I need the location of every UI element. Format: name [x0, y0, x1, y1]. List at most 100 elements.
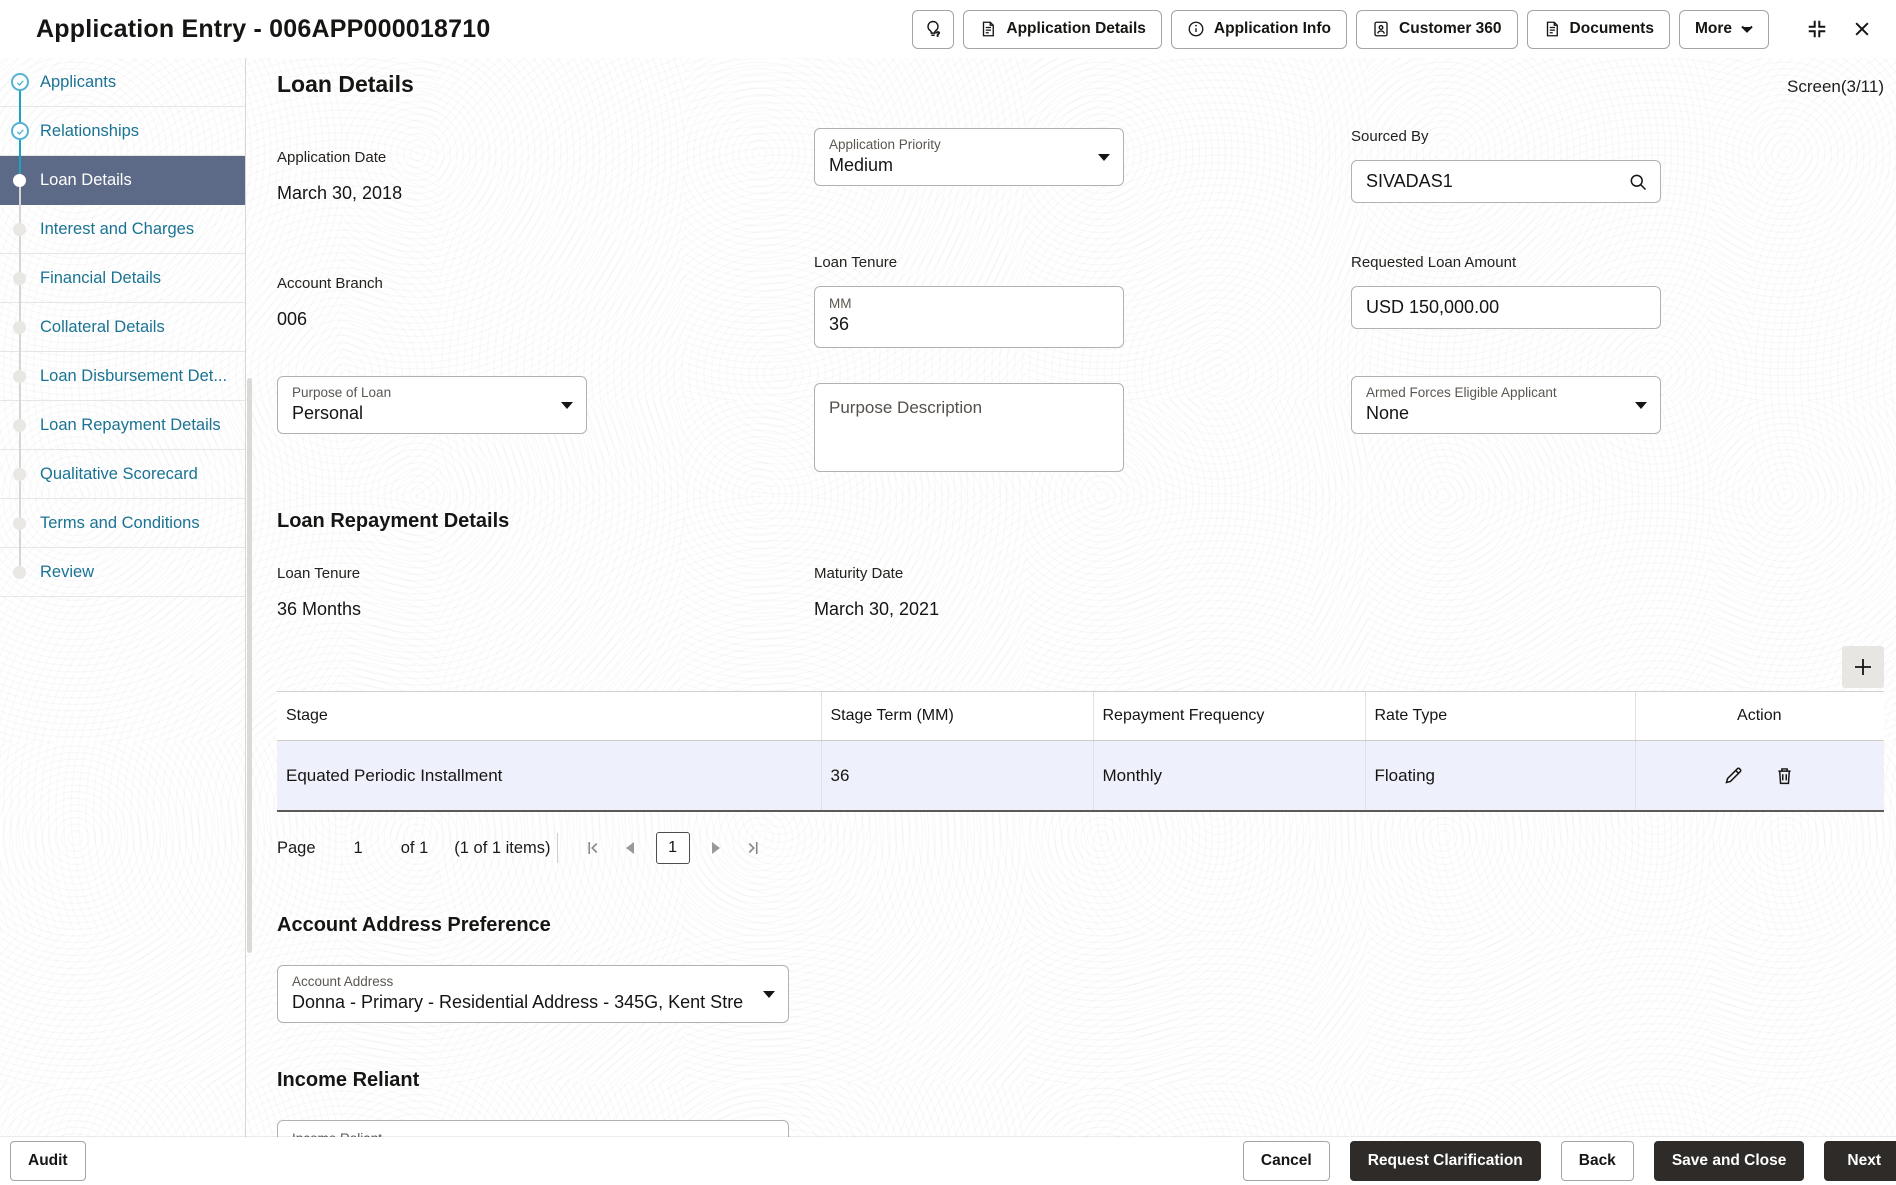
caret-down-icon: [1741, 25, 1753, 33]
application-priority-select[interactable]: Application Priority Medium: [814, 128, 1124, 186]
more-button[interactable]: More: [1678, 9, 1769, 49]
repayment-loan-tenure-value: 36 Months: [277, 599, 362, 619]
table-row[interactable]: Equated Periodic Installment 36 Monthly …: [277, 740, 1884, 812]
screen-title: Loan Details: [277, 71, 414, 97]
main-area: Applicants Relationships Loan Details In…: [0, 58, 1896, 1137]
last-page-button[interactable]: [742, 837, 764, 859]
current-page-input[interactable]: [655, 832, 690, 864]
sidebar-item-label: Collateral Details: [40, 317, 165, 336]
purpose-of-loan-select[interactable]: Purpose of Loan Personal: [277, 376, 587, 434]
screen-progress-indicator: Screen(3/11): [1786, 77, 1884, 96]
cancel-button[interactable]: Cancel: [1242, 1141, 1330, 1181]
sourced-by-lookup-button[interactable]: [1626, 170, 1650, 194]
add-repayment-stage-button[interactable]: [1842, 646, 1884, 688]
cell-stage-term: 36: [820, 740, 1093, 812]
cell-repayment-frequency: Monthly: [1092, 740, 1365, 812]
step-dot: [13, 271, 26, 285]
save-and-close-button[interactable]: Save and Close: [1653, 1141, 1805, 1181]
sourced-by-input[interactable]: [1366, 171, 1626, 192]
first-page-button[interactable]: [582, 837, 604, 859]
sidebar-item-review[interactable]: Review: [0, 548, 245, 597]
next-page-icon: [710, 841, 722, 855]
repayment-loan-tenure-label: Loan Tenure: [277, 565, 361, 582]
document-icon: [979, 20, 997, 38]
maturity-date-value: March 30, 2021: [814, 599, 940, 619]
delete-row-button[interactable]: [1772, 763, 1797, 788]
column-header-stage: Stage: [277, 691, 821, 741]
step-dot: [13, 467, 26, 481]
table-toolbar: [277, 646, 1884, 688]
more-label: More: [1694, 20, 1732, 37]
form-row-2: Account Branch 006 Loan Tenure MM 36 Req…: [277, 254, 1661, 348]
caret-down-icon: [1635, 402, 1647, 409]
content-scrollbar[interactable]: [247, 378, 252, 953]
info-icon: [1187, 20, 1205, 38]
armed-forces-eligible-label: Armed Forces Eligible Applicant: [1366, 385, 1557, 400]
requested-loan-amount-input-wrap: [1351, 286, 1661, 329]
header-actions: ? Application Details Application Info C…: [912, 9, 1880, 49]
sidebar-item-terms-and-conditions[interactable]: Terms and Conditions: [0, 499, 245, 548]
sidebar-item-applicants[interactable]: Applicants: [0, 58, 245, 107]
search-icon: [1628, 172, 1648, 192]
items-count-label: (1 of 1 items): [454, 838, 551, 857]
prev-page-button[interactable]: [622, 839, 638, 857]
delete-icon: [1774, 765, 1795, 786]
purpose-description-box: [814, 383, 1124, 472]
back-button[interactable]: Back: [1560, 1141, 1634, 1181]
income-reliant-field[interactable]: Income Reliant DonnaMWills: [277, 1120, 789, 1137]
close-window-button[interactable]: [1850, 17, 1874, 41]
sidebar-item-label: Qualitative Scorecard: [40, 464, 198, 483]
first-page-icon: [584, 839, 602, 857]
account-address-section-title: Account Address Preference: [277, 914, 551, 936]
sidebar-item-collateral-details[interactable]: Collateral Details: [0, 303, 245, 352]
account-address-select[interactable]: Account Address Donna - Primary - Reside…: [277, 965, 789, 1023]
purpose-of-loan-value: Personal: [292, 403, 364, 423]
account-branch-label: Account Branch: [277, 275, 383, 292]
request-clarification-button[interactable]: Request Clarification: [1349, 1141, 1541, 1181]
purpose-description-textarea[interactable]: [815, 384, 1123, 471]
requested-loan-amount-field: Requested Loan Amount: [1351, 254, 1661, 329]
loan-tenure-input[interactable]: MM 36: [814, 286, 1124, 348]
customer-360-label: Customer 360: [1399, 20, 1502, 37]
customer-360-button[interactable]: Customer 360: [1356, 9, 1518, 49]
application-date-value: March 30, 2018: [277, 183, 403, 203]
sidebar-item-label: Loan Details: [40, 171, 132, 189]
window-controls: [1804, 16, 1874, 42]
application-info-button[interactable]: Application Info: [1170, 9, 1348, 49]
caret-down-icon: [763, 991, 775, 998]
edit-row-button[interactable]: [1721, 763, 1746, 788]
requested-loan-amount-input[interactable]: [1366, 297, 1650, 318]
sidebar-item-relationships[interactable]: Relationships: [0, 107, 245, 156]
armed-forces-eligible-select[interactable]: Armed Forces Eligible Applicant None: [1351, 376, 1661, 434]
sidebar-item-loan-repayment-details[interactable]: Loan Repayment Details: [0, 401, 245, 450]
restore-window-button[interactable]: [1804, 16, 1830, 42]
armed-forces-eligible-value: None: [1366, 403, 1410, 423]
action-bar-right: Cancel Request Clarification Back Save a…: [1242, 1141, 1896, 1181]
next-button[interactable]: Next: [1824, 1141, 1896, 1181]
clarification-bulb-button[interactable]: ?: [912, 9, 955, 49]
documents-button[interactable]: Documents: [1526, 9, 1670, 49]
restore-icon: [1806, 18, 1828, 40]
maturity-date-field: Maturity Date March 30, 2021: [814, 565, 939, 620]
sidebar-item-financial-details[interactable]: Financial Details: [0, 254, 245, 303]
sourced-by-label: Sourced By: [1351, 128, 1429, 145]
pagination-divider: [556, 833, 558, 863]
documents-label: Documents: [1569, 20, 1654, 37]
application-priority-label: Application Priority: [829, 137, 941, 152]
sidebar-item-qualitative-scorecard[interactable]: Qualitative Scorecard: [0, 450, 245, 499]
sidebar-item-interest-and-charges[interactable]: Interest and Charges: [0, 205, 245, 254]
sidebar-item-loan-details[interactable]: Loan Details: [0, 156, 245, 205]
sidebar-item-loan-disbursement-details[interactable]: Loan Disbursement Det...: [0, 352, 245, 401]
prev-page-icon: [624, 841, 636, 855]
next-page-button[interactable]: [708, 839, 724, 857]
cell-action: [1634, 740, 1884, 812]
audit-button[interactable]: Audit: [10, 1141, 86, 1181]
step-dot: [13, 516, 26, 530]
sidebar-item-label: Loan Repayment Details: [40, 415, 221, 434]
repayment-stage-table: Stage Stage Term (MM) Repayment Frequenc…: [277, 691, 1884, 812]
application-info-label: Application Info: [1213, 20, 1332, 37]
application-details-button[interactable]: Application Details: [963, 9, 1162, 49]
page-of-label: of 1: [400, 838, 429, 857]
plus-icon: [1851, 655, 1875, 679]
step-sidebar: Applicants Relationships Loan Details In…: [0, 58, 246, 1137]
